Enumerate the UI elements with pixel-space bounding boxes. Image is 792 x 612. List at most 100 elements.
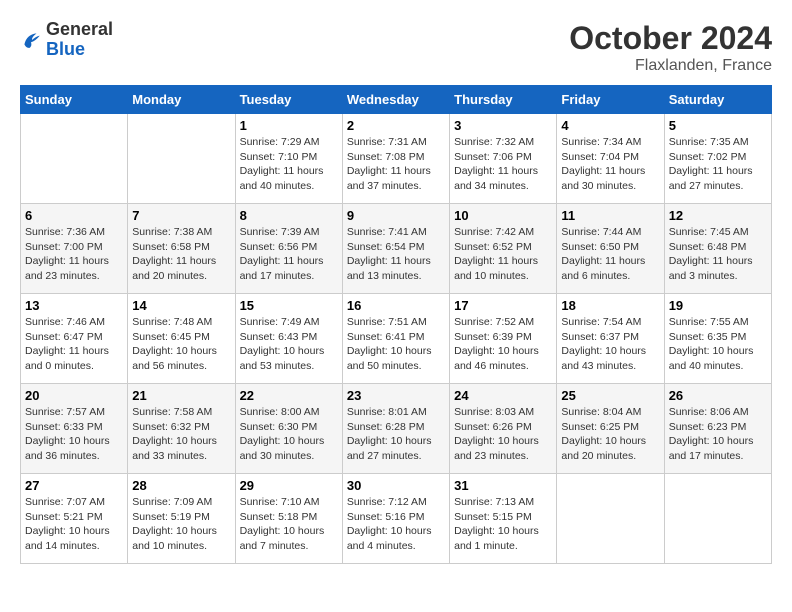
header-row: SundayMondayTuesdayWednesdayThursdayFrid… — [21, 86, 772, 114]
calendar-cell: 21Sunrise: 7:58 AM Sunset: 6:32 PM Dayli… — [128, 384, 235, 474]
day-number: 22 — [240, 388, 338, 403]
header-day-tuesday: Tuesday — [235, 86, 342, 114]
day-number: 26 — [669, 388, 767, 403]
month-title: October 2024 — [569, 20, 772, 57]
calendar-cell: 24Sunrise: 8:03 AM Sunset: 6:26 PM Dayli… — [450, 384, 557, 474]
calendar-cell — [21, 114, 128, 204]
calendar-cell: 18 Sunrise: 7:54 AM Sunset: 6:37 PM Dayli… — [557, 294, 664, 384]
calendar-cell: 30 Sunrise: 7:12 AM Sunset: 5:16 PM Dayli… — [342, 474, 449, 564]
day-number: 2 — [347, 118, 445, 133]
day-info: Sunrise: 7:32 AM Sunset: 7:06 PM Dayligh… — [454, 135, 552, 194]
calendar-cell: 29Sunrise: 7:10 AM Sunset: 5:18 PM Dayli… — [235, 474, 342, 564]
day-number: 5 — [669, 118, 767, 133]
day-number: 3 — [454, 118, 552, 133]
day-number: 28 — [132, 478, 230, 493]
header-day-friday: Friday — [557, 86, 664, 114]
day-info: Sunrise: 7:29 AM Sunset: 7:10 PM Dayligh… — [240, 135, 338, 194]
day-number: 18 — [561, 298, 659, 313]
day-info: Sunrise: 8:04 AM Sunset: 6:25 PM Dayligh… — [561, 405, 659, 464]
logo-text: General Blue — [46, 20, 113, 60]
day-info: Sunrise: 7:51 AM Sunset: 6:41 PM Dayligh… — [347, 315, 445, 374]
calendar-cell: 31 Sunrise: 7:13 AM Sunset: 5:15 PM Dayli… — [450, 474, 557, 564]
day-number: 15 — [240, 298, 338, 313]
day-number: 23 — [347, 388, 445, 403]
calendar-cell: 5Sunrise: 7:35 AM Sunset: 7:02 PM Daylig… — [664, 114, 771, 204]
logo-bird-icon — [20, 29, 42, 51]
calendar-cell: 16 Sunrise: 7:51 AM Sunset: 6:41 PM Dayli… — [342, 294, 449, 384]
calendar-cell: 23 Sunrise: 8:01 AM Sunset: 6:28 PM Dayli… — [342, 384, 449, 474]
day-info: Sunrise: 7:55 AM Sunset: 6:35 PM Dayligh… — [669, 315, 767, 374]
day-info: Sunrise: 7:39 AM Sunset: 6:56 PM Dayligh… — [240, 225, 338, 284]
day-number: 13 — [25, 298, 123, 313]
day-number: 25 — [561, 388, 659, 403]
day-info: Sunrise: 7:31 AM Sunset: 7:08 PM Dayligh… — [347, 135, 445, 194]
day-info: Sunrise: 8:01 AM Sunset: 6:28 PM Dayligh… — [347, 405, 445, 464]
day-number: 8 — [240, 208, 338, 223]
day-number: 17 — [454, 298, 552, 313]
calendar-cell: 4 Sunrise: 7:34 AM Sunset: 7:04 PM Daylig… — [557, 114, 664, 204]
calendar-cell: 22 Sunrise: 8:00 AM Sunset: 6:30 PM Dayli… — [235, 384, 342, 474]
day-info: Sunrise: 7:48 AM Sunset: 6:45 PM Dayligh… — [132, 315, 230, 374]
day-number: 14 — [132, 298, 230, 313]
calendar-cell: 12 Sunrise: 7:45 AM Sunset: 6:48 PM Dayli… — [664, 204, 771, 294]
day-info: Sunrise: 7:45 AM Sunset: 6:48 PM Dayligh… — [669, 225, 767, 284]
calendar-cell — [557, 474, 664, 564]
day-info: Sunrise: 7:09 AM Sunset: 5:19 PM Dayligh… — [132, 495, 230, 554]
calendar-cell: 2 Sunrise: 7:31 AM Sunset: 7:08 PM Daylig… — [342, 114, 449, 204]
day-info: Sunrise: 7:54 AM Sunset: 6:37 PM Dayligh… — [561, 315, 659, 374]
logo-blue: Blue — [46, 40, 113, 60]
day-info: Sunrise: 7:34 AM Sunset: 7:04 PM Dayligh… — [561, 135, 659, 194]
calendar-cell: 10 Sunrise: 7:42 AM Sunset: 6:52 PM Dayli… — [450, 204, 557, 294]
day-info: Sunrise: 7:13 AM Sunset: 5:15 PM Dayligh… — [454, 495, 552, 554]
calendar-week-2: 6Sunrise: 7:36 AM Sunset: 7:00 PM Daylig… — [21, 204, 772, 294]
calendar-cell: 28 Sunrise: 7:09 AM Sunset: 5:19 PM Dayli… — [128, 474, 235, 564]
calendar-week-1: 1Sunrise: 7:29 AM Sunset: 7:10 PM Daylig… — [21, 114, 772, 204]
day-number: 16 — [347, 298, 445, 313]
calendar-cell — [664, 474, 771, 564]
day-info: Sunrise: 8:00 AM Sunset: 6:30 PM Dayligh… — [240, 405, 338, 464]
logo: General Blue — [20, 20, 113, 60]
calendar-week-3: 13 Sunrise: 7:46 AM Sunset: 6:47 PM Dayli… — [21, 294, 772, 384]
day-number: 19 — [669, 298, 767, 313]
calendar-body: 1Sunrise: 7:29 AM Sunset: 7:10 PM Daylig… — [21, 114, 772, 564]
calendar-cell: 11 Sunrise: 7:44 AM Sunset: 6:50 PM Dayli… — [557, 204, 664, 294]
day-info: Sunrise: 7:57 AM Sunset: 6:33 PM Dayligh… — [25, 405, 123, 464]
header-day-saturday: Saturday — [664, 86, 771, 114]
day-number: 31 — [454, 478, 552, 493]
calendar-table: SundayMondayTuesdayWednesdayThursdayFrid… — [20, 85, 772, 564]
calendar-cell: 14 Sunrise: 7:48 AM Sunset: 6:45 PM Dayli… — [128, 294, 235, 384]
day-info: Sunrise: 7:49 AM Sunset: 6:43 PM Dayligh… — [240, 315, 338, 374]
day-number: 4 — [561, 118, 659, 133]
calendar-cell: 6Sunrise: 7:36 AM Sunset: 7:00 PM Daylig… — [21, 204, 128, 294]
calendar-cell: 3 Sunrise: 7:32 AM Sunset: 7:06 PM Daylig… — [450, 114, 557, 204]
day-info: Sunrise: 8:06 AM Sunset: 6:23 PM Dayligh… — [669, 405, 767, 464]
day-number: 24 — [454, 388, 552, 403]
day-info: Sunrise: 7:46 AM Sunset: 6:47 PM Dayligh… — [25, 315, 123, 374]
day-number: 27 — [25, 478, 123, 493]
calendar-cell: 19 Sunrise: 7:55 AM Sunset: 6:35 PM Dayli… — [664, 294, 771, 384]
header-day-wednesday: Wednesday — [342, 86, 449, 114]
location: Flaxlanden, France — [569, 57, 772, 75]
day-info: Sunrise: 7:44 AM Sunset: 6:50 PM Dayligh… — [561, 225, 659, 284]
day-info: Sunrise: 7:58 AM Sunset: 6:32 PM Dayligh… — [132, 405, 230, 464]
day-number: 10 — [454, 208, 552, 223]
day-number: 7 — [132, 208, 230, 223]
calendar-cell: 25 Sunrise: 8:04 AM Sunset: 6:25 PM Dayli… — [557, 384, 664, 474]
day-number: 12 — [669, 208, 767, 223]
calendar-cell: 17 Sunrise: 7:52 AM Sunset: 6:39 PM Dayli… — [450, 294, 557, 384]
day-info: Sunrise: 7:36 AM Sunset: 7:00 PM Dayligh… — [25, 225, 123, 284]
calendar-cell: 20Sunrise: 7:57 AM Sunset: 6:33 PM Dayli… — [21, 384, 128, 474]
day-info: Sunrise: 7:41 AM Sunset: 6:54 PM Dayligh… — [347, 225, 445, 284]
calendar-week-4: 20Sunrise: 7:57 AM Sunset: 6:33 PM Dayli… — [21, 384, 772, 474]
logo-general: General — [46, 20, 113, 40]
calendar-cell: 7Sunrise: 7:38 AM Sunset: 6:58 PM Daylig… — [128, 204, 235, 294]
calendar-cell: 9Sunrise: 7:41 AM Sunset: 6:54 PM Daylig… — [342, 204, 449, 294]
day-number: 11 — [561, 208, 659, 223]
calendar-cell: 1Sunrise: 7:29 AM Sunset: 7:10 PM Daylig… — [235, 114, 342, 204]
day-info: Sunrise: 7:07 AM Sunset: 5:21 PM Dayligh… — [25, 495, 123, 554]
day-info: Sunrise: 7:52 AM Sunset: 6:39 PM Dayligh… — [454, 315, 552, 374]
day-info: Sunrise: 7:42 AM Sunset: 6:52 PM Dayligh… — [454, 225, 552, 284]
calendar-cell: 8 Sunrise: 7:39 AM Sunset: 6:56 PM Daylig… — [235, 204, 342, 294]
day-number: 30 — [347, 478, 445, 493]
day-info: Sunrise: 7:12 AM Sunset: 5:16 PM Dayligh… — [347, 495, 445, 554]
